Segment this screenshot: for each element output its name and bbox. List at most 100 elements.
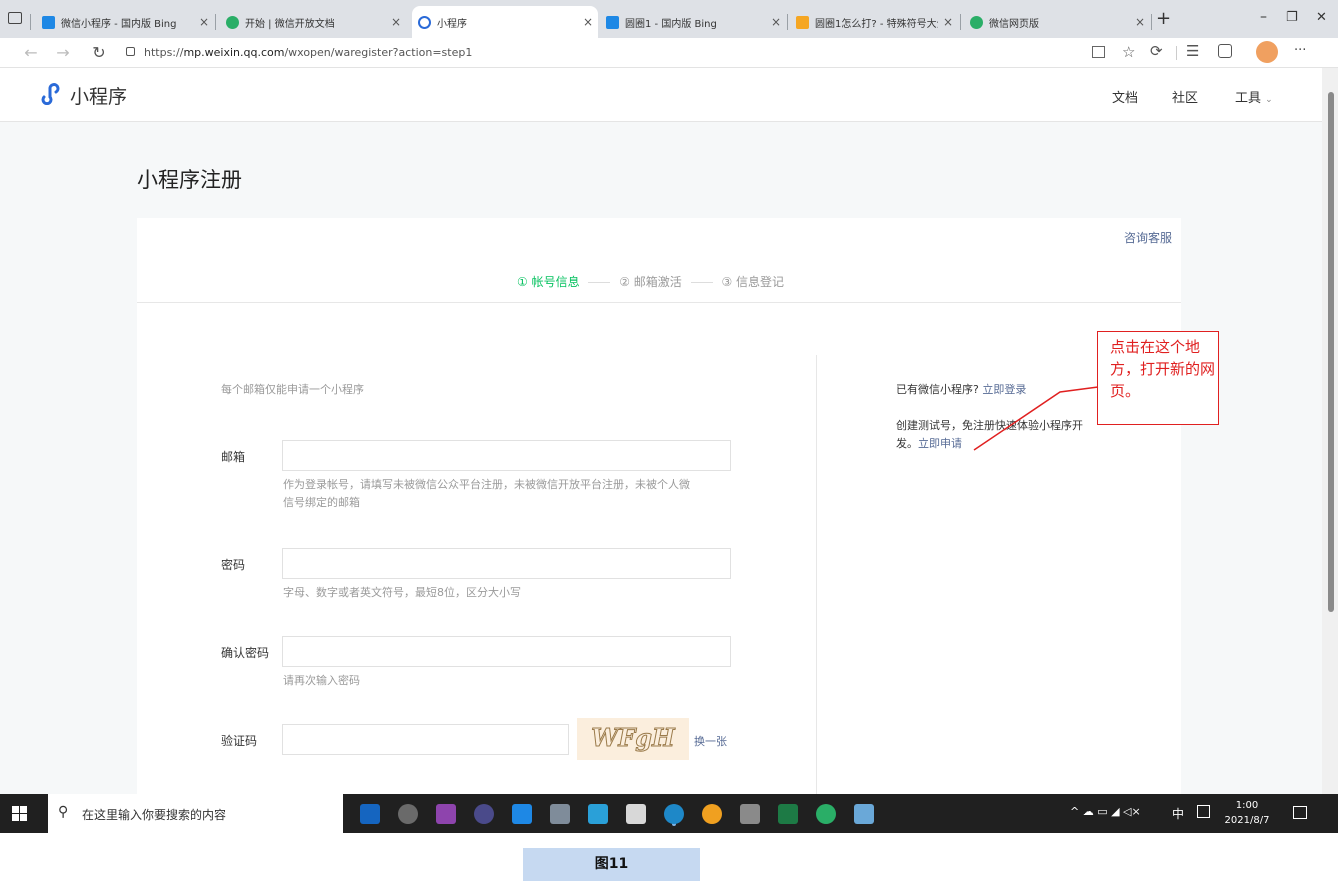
favorites-icon[interactable]: ☰ bbox=[1186, 42, 1199, 60]
nav-community-link[interactable]: 社区 bbox=[1172, 87, 1198, 106]
close-tab-icon[interactable]: × bbox=[578, 15, 598, 29]
windows-taskbar: ⚲ 在这里输入你要搜索的内容 ^ ☁ ▭ ◢ ◁× 中 1:00 2021/8/… bbox=[0, 794, 1338, 833]
email-field[interactable] bbox=[282, 440, 731, 471]
eclipse-icon[interactable] bbox=[474, 804, 494, 824]
dev-tool-icon[interactable] bbox=[588, 804, 608, 824]
tab-label: 开始 | 微信开放文档 bbox=[245, 18, 335, 30]
captcha-refresh-link[interactable]: 换一张 bbox=[694, 733, 727, 749]
tab-actions-icon[interactable] bbox=[8, 12, 22, 24]
keyboard-icon[interactable] bbox=[1197, 805, 1210, 818]
tab-label: 圆圈1怎么打? - 特殊符号大全 bbox=[815, 18, 938, 30]
app-icon[interactable] bbox=[398, 804, 418, 824]
forward-icon[interactable]: → bbox=[52, 43, 74, 62]
new-tab-button[interactable]: + bbox=[1156, 8, 1171, 29]
apply-link[interactable]: 立即申请 bbox=[918, 437, 962, 450]
visual-studio-icon[interactable] bbox=[436, 804, 456, 824]
page-title: 小程序注册 bbox=[137, 168, 242, 192]
chrome-icon[interactable] bbox=[702, 804, 722, 824]
password-field[interactable] bbox=[282, 548, 731, 579]
wechat-icon bbox=[970, 15, 983, 29]
captcha-field[interactable] bbox=[282, 724, 569, 755]
vertical-scrollbar[interactable] bbox=[1322, 68, 1338, 794]
clock[interactable]: 1:00 2021/8/7 bbox=[1222, 798, 1272, 828]
nav-docs-link[interactable]: 文档 bbox=[1112, 87, 1138, 106]
browser-tab-bar: 微信小程序 - 国内版 Bing × 开始 | 微信开放文档 × 小程序 × 圆… bbox=[0, 0, 1338, 38]
consult-service-link[interactable]: 咨询客服 bbox=[1124, 229, 1172, 246]
profile-avatar[interactable] bbox=[1256, 41, 1278, 63]
step-info-register: ③ 信息登记 bbox=[721, 275, 785, 289]
tab-label: 小程序 bbox=[437, 18, 467, 30]
close-window-button[interactable]: ✕ bbox=[1316, 10, 1327, 25]
tab-symbols[interactable]: 圆圈1怎么打? - 特殊符号大全 × bbox=[790, 6, 958, 38]
close-tab-icon[interactable]: × bbox=[1130, 15, 1150, 29]
close-tab-icon[interactable]: × bbox=[386, 15, 406, 29]
more-menu-button[interactable]: ··· bbox=[1294, 43, 1306, 58]
bing-icon bbox=[42, 15, 55, 29]
edge-icon[interactable] bbox=[664, 804, 684, 824]
lock-icon[interactable] bbox=[126, 47, 135, 56]
favorite-star-icon[interactable]: ☆ bbox=[1122, 43, 1135, 61]
close-tab-icon[interactable]: × bbox=[194, 15, 214, 29]
restore-button[interactable]: ❐ bbox=[1286, 10, 1298, 25]
back-icon[interactable]: ← bbox=[20, 43, 42, 62]
step-email-activate: ② 邮箱激活 bbox=[619, 275, 682, 289]
ime-indicator[interactable]: 中 bbox=[1172, 805, 1184, 822]
captcha-image[interactable]: WFgH bbox=[577, 718, 689, 760]
minimize-button[interactable]: – bbox=[1260, 9, 1267, 25]
annotation-callout: 点击在这个地方，打开新的网页。 bbox=[1097, 331, 1219, 425]
url-path: /wxopen/waregister?action=step1 bbox=[284, 46, 473, 59]
tab-wechat-web[interactable]: 微信网页版 × bbox=[964, 6, 1150, 38]
box-icon bbox=[796, 15, 809, 29]
url-prefix: https:// bbox=[144, 46, 184, 59]
scrollbar-thumb[interactable] bbox=[1328, 92, 1334, 612]
wechat-icon bbox=[226, 15, 239, 29]
test-account-line2: 发。 bbox=[896, 437, 918, 450]
confirm-password-field[interactable] bbox=[282, 636, 731, 667]
notification-icon[interactable] bbox=[1293, 806, 1307, 819]
app-icon[interactable] bbox=[854, 804, 874, 824]
password-hint: 字母、数字或者英文符号，最短8位，区分大小写 bbox=[283, 586, 521, 599]
password-label: 密码 bbox=[221, 558, 246, 572]
reader-mode-icon[interactable] bbox=[1092, 46, 1105, 58]
annotation-pointer bbox=[973, 386, 1099, 451]
miniprogram-icon bbox=[418, 15, 431, 29]
notepad-icon[interactable] bbox=[626, 804, 646, 824]
wechat-taskbar-icon[interactable] bbox=[816, 804, 836, 824]
nav-tools-menu[interactable]: 工具 ⌄ bbox=[1235, 87, 1273, 106]
clock-date: 2021/8/7 bbox=[1224, 815, 1270, 826]
refresh-icon[interactable]: ↻ bbox=[88, 43, 110, 62]
tab-miniprogram[interactable]: 小程序 × bbox=[412, 6, 598, 38]
notice-text: 每个邮箱仅能申请一个小程序 bbox=[221, 383, 364, 396]
system-tray[interactable]: ^ ☁ ▭ ◢ ◁× bbox=[1070, 805, 1141, 818]
vscode-icon[interactable] bbox=[512, 804, 532, 824]
clock-time: 1:00 bbox=[1235, 800, 1259, 811]
close-tab-icon[interactable]: × bbox=[766, 15, 786, 29]
tab-wechat-docs[interactable]: 开始 | 微信开放文档 × bbox=[220, 6, 406, 38]
email-hint-line2: 信号绑定的邮箱 bbox=[283, 496, 360, 509]
brand-name[interactable]: 小程序 bbox=[70, 82, 127, 109]
outlook-icon[interactable] bbox=[360, 804, 380, 824]
tab-label: 微信网页版 bbox=[989, 18, 1039, 30]
url-field[interactable]: https://mp.weixin.qq.com/wxopen/waregist… bbox=[144, 42, 1084, 64]
close-tab-icon[interactable]: × bbox=[938, 15, 958, 29]
taskbar-search-box[interactable]: ⚲ 在这里输入你要搜索的内容 bbox=[48, 794, 343, 833]
email-label: 邮箱 bbox=[221, 450, 246, 464]
tab-bing-miniprogram[interactable]: 微信小程序 - 国内版 Bing × bbox=[36, 6, 214, 38]
page-viewport: 小程序 文档 社区 工具 ⌄ 小程序注册 咨询客服 ① 帐号信息 ② 邮箱激活 … bbox=[0, 68, 1322, 794]
windows-start-icon[interactable] bbox=[12, 806, 27, 821]
postgres-icon[interactable] bbox=[550, 804, 570, 824]
url-domain: mp.weixin.qq.com bbox=[183, 46, 285, 59]
search-placeholder: 在这里输入你要搜索的内容 bbox=[82, 808, 227, 822]
nav-tools-label: 工具 bbox=[1235, 91, 1262, 106]
excel-icon[interactable] bbox=[778, 804, 798, 824]
confirm-password-hint: 请再次输入密码 bbox=[283, 674, 360, 687]
tab-label: 微信小程序 - 国内版 Bing bbox=[61, 18, 177, 30]
tab-label: 圆圈1 - 国内版 Bing bbox=[625, 18, 717, 30]
miniprogram-logo-icon bbox=[41, 83, 60, 105]
extensions-icon[interactable]: ⟳ bbox=[1150, 42, 1163, 60]
bing-icon bbox=[606, 15, 619, 29]
registration-card: 咨询客服 ① 帐号信息 ② 邮箱激活 ③ 信息登记 每个邮箱仅能申请一个小程序 … bbox=[137, 218, 1181, 794]
tab-bing-circle[interactable]: 圆圈1 - 国内版 Bing × bbox=[600, 6, 786, 38]
calculator-icon[interactable] bbox=[740, 804, 760, 824]
collections-icon[interactable] bbox=[1218, 44, 1232, 58]
